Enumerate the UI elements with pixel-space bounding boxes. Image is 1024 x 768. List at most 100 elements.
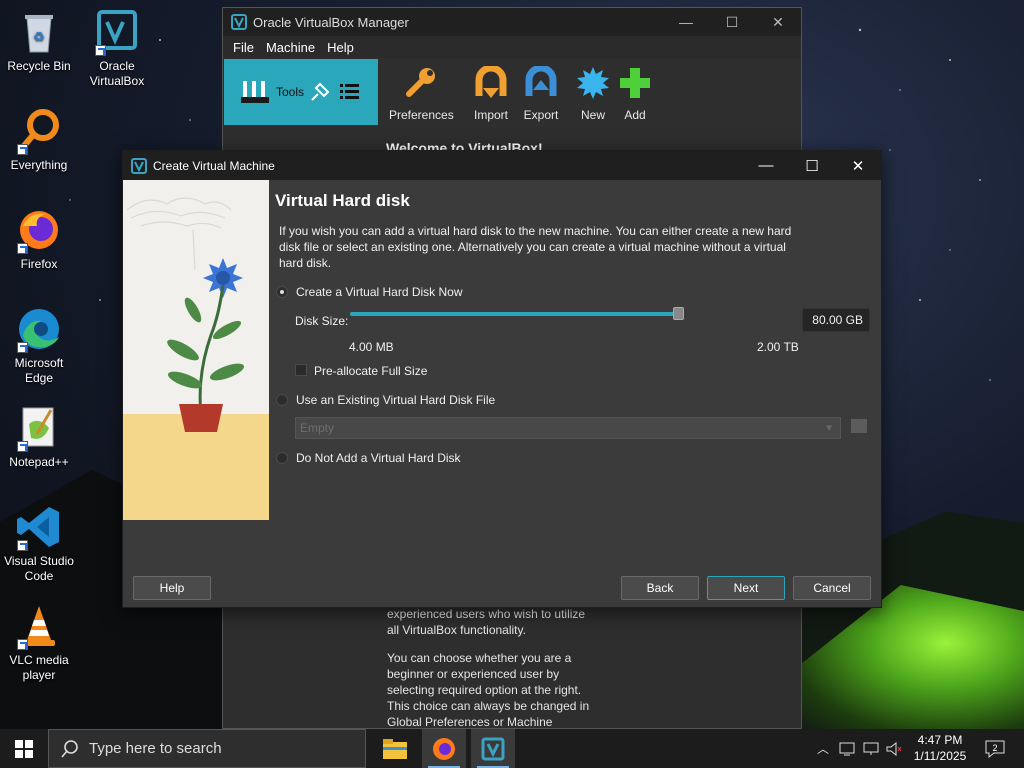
vscode-icon: [15, 503, 63, 551]
combo-value: Empty: [300, 421, 335, 435]
new-button[interactable]: New: [573, 66, 613, 122]
radio-create-disk[interactable]: Create a Virtual Hard Disk Now: [276, 285, 463, 299]
firefox-icon: [433, 737, 455, 760]
add-button[interactable]: Add: [615, 66, 655, 122]
desktop-icon-firefox[interactable]: Firefox: [0, 206, 78, 272]
next-button[interactable]: Next: [707, 576, 785, 600]
desktop-icon-label: Notepad++: [9, 455, 69, 469]
edge-icon: [15, 305, 63, 353]
import-button[interactable]: Import: [469, 64, 513, 122]
radio-label: Use an Existing Virtual Hard Disk File: [296, 393, 496, 407]
minimize-icon[interactable]: —: [663, 8, 709, 36]
close-icon[interactable]: ✕: [755, 8, 801, 36]
radio-button-selected[interactable]: [276, 286, 288, 298]
radio-label: Do Not Add a Virtual Hard Disk: [296, 451, 461, 465]
desktop-icon-vlc[interactable]: VLC media player: [0, 602, 78, 683]
taskbar-virtualbox[interactable]: [471, 729, 515, 768]
start-button[interactable]: [0, 729, 48, 768]
existing-disk-combo[interactable]: Empty ▼: [295, 417, 841, 439]
dialog-title: Create Virtual Machine: [153, 158, 275, 173]
desktop-icon-label: Visual Studio Code: [4, 554, 74, 583]
desktop-icon-vscode[interactable]: Visual Studio Code: [0, 503, 78, 584]
desktop-icon-label: Everything: [10, 158, 68, 172]
clock-time: 4:47 PM: [917, 733, 963, 747]
manager-title-bar[interactable]: Oracle VirtualBox Manager — ☐ ✕: [223, 8, 801, 36]
page-heading: Virtual Hard disk: [275, 191, 410, 210]
desktop-icon-label: VLC media player: [9, 653, 69, 682]
welcome-text: experienced users who wish to utilize al…: [387, 607, 586, 637]
radio-existing-disk[interactable]: Use an Existing Virtual Hard Disk File: [276, 393, 495, 407]
desktop-icon-label: Microsoft Edge: [14, 356, 64, 385]
taskbar: Type here to search ︿ 4:47 PM 1/11/2025 …: [0, 729, 1024, 768]
preferences-icon: [406, 68, 435, 97]
virtualbox-logo-icon: [131, 157, 147, 174]
slider-min-label: 4.00 MB: [349, 340, 394, 354]
desktop-icon-label: Firefox: [20, 257, 58, 271]
menu-machine[interactable]: Machine: [260, 40, 321, 55]
cancel-button[interactable]: Cancel: [793, 576, 871, 600]
desktop-icon-label: Oracle VirtualBox: [89, 59, 145, 88]
export-button[interactable]: Export: [519, 64, 563, 122]
radio-no-disk[interactable]: Do Not Add a Virtual Hard Disk: [276, 451, 461, 465]
tools-icon: [241, 81, 269, 103]
preferences-button[interactable]: Preferences: [389, 66, 454, 122]
tray-volume-muted-icon[interactable]: [884, 729, 904, 768]
create-vm-dialog: Create Virtual Machine — ☐ ✕ Virtual Har…: [122, 150, 882, 608]
windows-logo-icon: [15, 739, 33, 758]
svg-text:2: 2: [992, 743, 997, 753]
virtualbox-icon: [481, 737, 505, 760]
desktop-icon-notepadpp[interactable]: Notepad++: [0, 404, 78, 470]
taskbar-clock[interactable]: 4:47 PM 1/11/2025: [904, 732, 976, 764]
chevron-down-icon: ▼: [824, 422, 834, 434]
folder-icon[interactable]: [851, 419, 867, 433]
minimize-icon[interactable]: —: [743, 151, 789, 180]
import-icon: [475, 64, 507, 98]
disk-size-slider[interactable]: [350, 307, 685, 320]
manager-menu-bar: File Machine Help: [223, 36, 801, 58]
add-icon: [620, 68, 650, 98]
firefox-icon: [15, 206, 63, 254]
taskbar-search-box[interactable]: Type here to search: [48, 729, 366, 768]
radio-button[interactable]: [276, 452, 288, 464]
vlc-cone-icon: [15, 602, 63, 650]
tray-chevron-up-icon[interactable]: ︿: [814, 729, 832, 768]
taskbar-firefox[interactable]: [422, 729, 466, 768]
export-icon: [525, 64, 557, 96]
file-explorer-icon: [383, 738, 407, 759]
desktop-icon-virtualbox[interactable]: Oracle VirtualBox: [78, 8, 156, 89]
radio-button[interactable]: [276, 394, 288, 406]
tray-network-icon[interactable]: [836, 729, 858, 768]
desktop-icon-everything[interactable]: Everything: [0, 107, 78, 173]
maximize-icon[interactable]: ☐: [789, 151, 835, 180]
notepadpp-icon: [15, 404, 63, 452]
slider-handle[interactable]: [673, 307, 685, 320]
tools-item[interactable]: Tools: [224, 59, 378, 125]
maximize-icon[interactable]: ☐: [709, 8, 755, 36]
pin-icon[interactable]: [308, 80, 332, 104]
manager-title: Oracle VirtualBox Manager: [253, 14, 409, 30]
taskbar-file-explorer[interactable]: [373, 729, 417, 768]
page-description: If you wish you can add a virtual hard d…: [279, 224, 792, 270]
preallocate-checkbox[interactable]: [295, 364, 307, 376]
preallocate-label: Pre-allocate Full Size: [314, 364, 428, 378]
menu-help[interactable]: Help: [321, 40, 360, 55]
list-menu-icon[interactable]: [338, 80, 362, 104]
tray-display-icon[interactable]: [860, 729, 882, 768]
back-button[interactable]: Back: [621, 576, 699, 600]
search-placeholder: Type here to search: [89, 740, 222, 757]
desktop-icon-edge[interactable]: Microsoft Edge: [0, 305, 78, 386]
disk-size-input[interactable]: 80.00 GB: [802, 308, 870, 332]
virtualbox-icon: [93, 8, 141, 56]
desktop-icon-label: Recycle Bin: [7, 59, 71, 73]
close-icon[interactable]: ✕: [835, 151, 881, 180]
search-icon: [61, 739, 78, 758]
notification-center-icon[interactable]: 2: [980, 729, 1010, 768]
wizard-illustration: [123, 180, 269, 520]
slider-max-label: 2.00 TB: [757, 340, 799, 354]
desktop-icon-recycle-bin[interactable]: ♻ Recycle Bin: [0, 8, 78, 74]
help-button[interactable]: Help: [133, 576, 211, 600]
menu-file[interactable]: File: [227, 40, 260, 55]
dialog-title-bar[interactable]: Create Virtual Machine — ☐ ✕: [123, 151, 881, 180]
new-icon: [577, 67, 609, 99]
disk-size-label: Disk Size:: [295, 314, 349, 328]
